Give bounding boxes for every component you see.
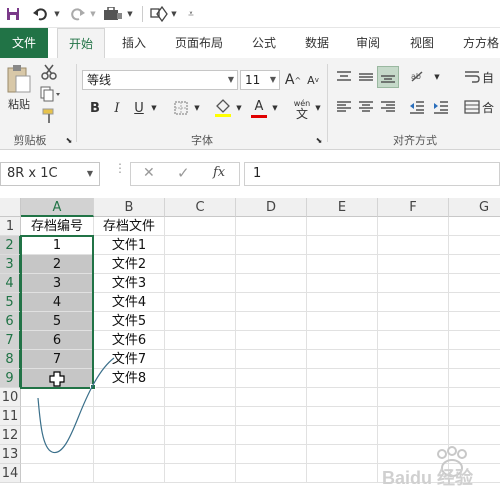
annotation-stroke — [37, 357, 115, 454]
watermark-text: Baidu 经验 — [382, 468, 474, 488]
watermark-logo: Baidu 经验 — [378, 444, 500, 494]
annotation-curve — [37, 357, 115, 454]
